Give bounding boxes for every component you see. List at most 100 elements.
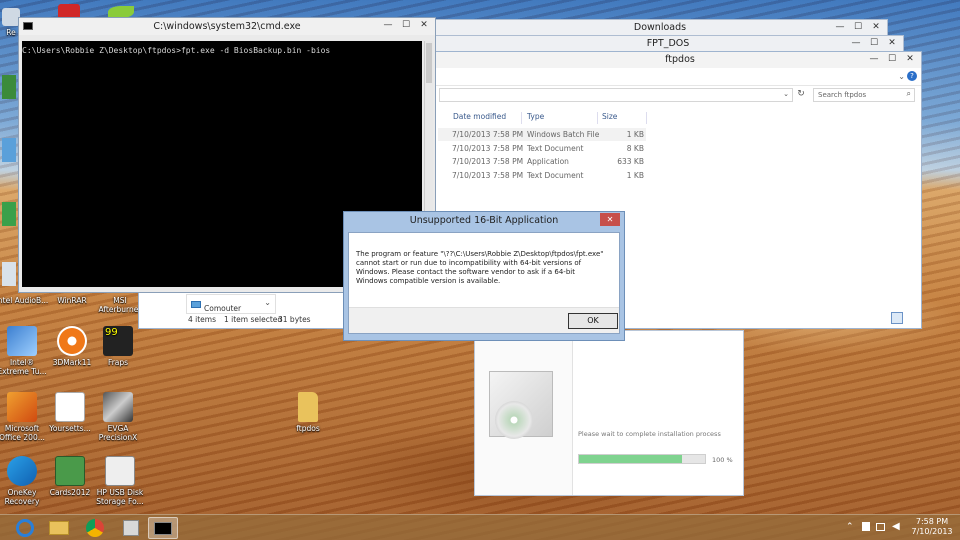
cmd-titlebar[interactable]: C:\windows\system32\cmd.exe — ☐ ✕: [19, 18, 435, 35]
downloads-maximize-button[interactable]: ☐: [849, 20, 867, 34]
usb-tool-icon: [105, 456, 135, 486]
file-row[interactable]: 7/10/2013 7:58 PM Windows Batch File 1 K…: [438, 128, 646, 141]
file-date: 7/10/2013 7:58 PM: [452, 171, 524, 180]
tray-flag-icon[interactable]: [862, 522, 870, 531]
ribbon-expand-icon[interactable]: ⌄: [898, 72, 905, 81]
downloads-close-button[interactable]: ✕: [867, 20, 885, 34]
document-icon: [55, 392, 85, 422]
office-icon: [7, 392, 37, 422]
dialog-close-button[interactable]: ✕: [600, 213, 620, 226]
file-row[interactable]: 7/10/2013 7:58 PM Text Document 8 KB: [438, 142, 646, 155]
cards-icon: [55, 456, 85, 486]
fptdos-minimize-button[interactable]: —: [847, 36, 865, 50]
desktop-icon-hp-usb[interactable]: HP USB Disk Storage Fo...: [92, 456, 148, 506]
3dmark-icon: [57, 326, 87, 356]
refresh-icon[interactable]: ↻: [795, 89, 807, 101]
installer-status-text: Please wait to complete installation pro…: [578, 430, 721, 438]
cmd-scrollbar-thumb[interactable]: [426, 43, 432, 83]
file-type: Text Document: [527, 144, 584, 153]
computer-icon: [191, 301, 201, 308]
desktop-icon-partial-1[interactable]: [2, 75, 16, 99]
tray-display-icon[interactable]: [876, 523, 885, 531]
help-icon[interactable]: ?: [907, 71, 917, 81]
explorer-minimize-button[interactable]: —: [865, 52, 883, 66]
tray-chevron-up-icon[interactable]: ⌃: [846, 522, 854, 532]
search-icon: ⌕: [906, 89, 911, 98]
address-dropdown-icon[interactable]: ⌄: [783, 90, 789, 98]
dialog-title: Unsupported 16-Bit Application: [409, 215, 559, 226]
status-size: 31 bytes: [278, 315, 311, 324]
file-date: 7/10/2013 7:58 PM: [452, 157, 524, 166]
file-type: Application: [527, 157, 569, 166]
nav-item-computer[interactable]: Comouter ⌄: [186, 294, 276, 314]
ok-button[interactable]: OK: [568, 313, 618, 329]
file-size: 633 KB: [617, 157, 644, 166]
installer-window: Please wait to complete installation pro…: [474, 330, 744, 496]
desktop-icon-partial-2[interactable]: [2, 138, 16, 162]
evga-precision-icon: [103, 392, 133, 422]
cmd-title: C:\windows\system32\cmd.exe: [153, 21, 301, 32]
desktop-icon-evga[interactable]: EVGA PrecisionX: [90, 392, 146, 442]
unsupported-app-dialog: Unsupported 16-Bit Application ✕ The pro…: [343, 211, 625, 341]
column-size[interactable]: Size: [599, 112, 647, 124]
nav-item-computer-label: Comouter: [204, 304, 242, 313]
onekey-recovery-icon: [7, 456, 37, 486]
downloads-title: Downloads: [633, 22, 687, 33]
dialog-body: The program or feature "\??\C:\Users\Rob…: [348, 232, 620, 334]
search-input[interactable]: Search ftpdos: [818, 91, 866, 99]
folder-icon: [298, 392, 318, 422]
large-icons-view-button[interactable]: [905, 312, 917, 324]
install-disc-icon: [495, 401, 533, 439]
clock-date: 7/10/2013: [911, 527, 953, 536]
fptdos-titlebar[interactable]: FPT_DOS — ☐ ✕: [433, 36, 903, 52]
column-date-modified[interactable]: Date modified: [450, 112, 522, 124]
installer-progress-fill: [579, 455, 683, 463]
file-size: 1 KB: [626, 130, 644, 139]
chrome-icon[interactable]: [80, 517, 110, 539]
file-type: Text Document: [527, 171, 584, 180]
downloads-minimize-button[interactable]: —: [831, 20, 849, 34]
clock-time: 7:58 PM: [915, 517, 949, 526]
cmd-maximize-button[interactable]: ☐: [397, 18, 415, 32]
desktop-icon-partial-3[interactable]: [2, 202, 16, 226]
search-box[interactable]: Search ftpdos ⌕: [813, 88, 915, 102]
details-view-button[interactable]: [891, 312, 903, 324]
cmd-minimize-button[interactable]: —: [379, 18, 397, 32]
installer-task-icon[interactable]: [116, 517, 146, 539]
cmd-task-icon[interactable]: [148, 517, 178, 539]
file-size: 1 KB: [626, 171, 644, 180]
dialog-titlebar[interactable]: Unsupported 16-Bit Application: [344, 212, 624, 230]
explorer-maximize-button[interactable]: ☐: [883, 52, 901, 66]
status-selected: 1 item selected: [224, 315, 283, 324]
file-row[interactable]: 7/10/2013 7:58 PM Application 633 KB: [438, 155, 646, 168]
clock[interactable]: 7:58 PM 7/10/2013: [910, 517, 954, 537]
address-bar[interactable]: ⌄: [439, 88, 793, 102]
installer-progress-label: 100 %: [712, 456, 733, 464]
column-type[interactable]: Type: [524, 112, 598, 124]
status-item-count: 4 items: [188, 315, 217, 324]
explorer-title: ftpdos: [665, 54, 695, 65]
fptdos-maximize-button[interactable]: ☐: [865, 36, 883, 50]
cmd-output-line: C:\Users\Robbie Z\Desktop\ftpdos>fpt.exe…: [22, 46, 331, 55]
desktop-icon-fraps[interactable]: 99 Fraps: [90, 326, 146, 367]
installer-progress-bar: [578, 454, 706, 464]
explorer-close-button[interactable]: ✕: [901, 52, 919, 66]
desktop-icon-ftpdos[interactable]: ftpdos: [280, 392, 336, 433]
taskbar: ⌃ ◀ 7:58 PM 7/10/2013: [0, 514, 960, 540]
fptdos-close-button[interactable]: ✕: [883, 36, 901, 50]
file-explorer-icon[interactable]: [44, 517, 74, 539]
cmd-close-button[interactable]: ✕: [415, 18, 433, 32]
chevron-down-icon: ⌄: [264, 298, 271, 307]
fptdos-title: FPT_DOS: [646, 38, 690, 49]
desktop-icon-cards[interactable]: Cards2012: [42, 456, 98, 497]
downloads-titlebar[interactable]: Downloads — ☐ ✕: [433, 20, 887, 36]
tray-volume-icon[interactable]: ◀: [892, 521, 900, 532]
desktop-icon-partial-4[interactable]: [2, 262, 16, 286]
file-size: 8 KB: [626, 144, 644, 153]
internet-explorer-icon[interactable]: [10, 517, 40, 539]
file-date: 7/10/2013 7:58 PM: [452, 130, 524, 139]
desktop-icon-intel-xtu[interactable]: Intel® Extreme Tu...: [0, 326, 50, 376]
file-row[interactable]: 7/10/2013 7:58 PM Text Document 1 KB: [438, 169, 646, 182]
file-type: Windows Batch File: [527, 130, 600, 139]
desktop-icon-intel-audio[interactable]: Intel AudioB...: [0, 296, 50, 305]
